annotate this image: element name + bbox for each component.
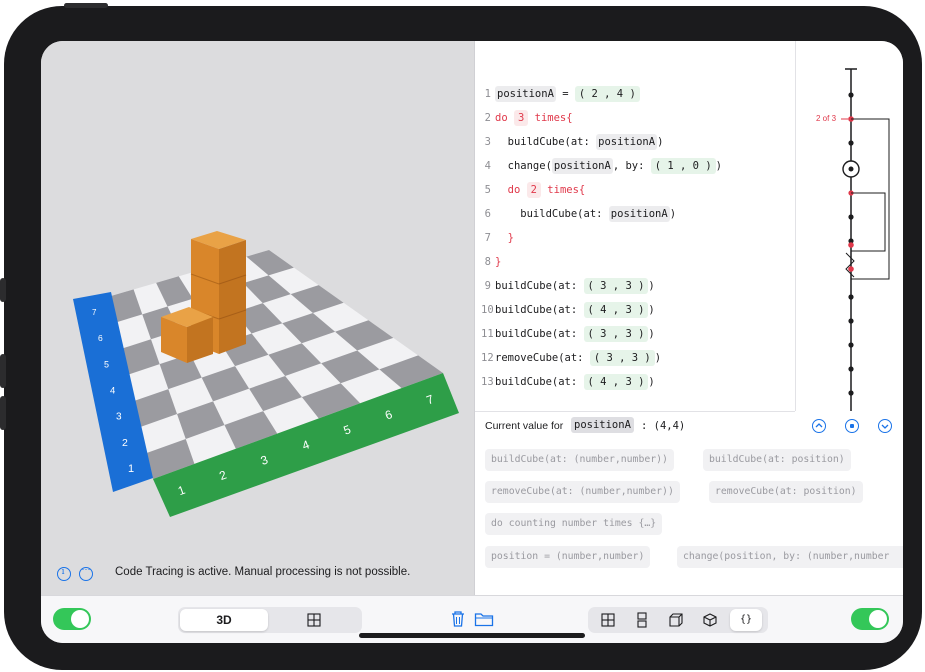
- top-button: [64, 3, 108, 8]
- y-axis-label: 4: [110, 386, 115, 397]
- palette-item[interactable]: do counting number times {…}: [485, 513, 663, 535]
- cube-side: [219, 240, 246, 354]
- y-axis-label: 3: [116, 412, 122, 423]
- code-line[interactable]: 3 buildCube(at: positionA): [481, 131, 663, 153]
- y-axis-label: 6: [98, 333, 103, 343]
- grid-icon: [601, 613, 615, 627]
- screen: 1234567 1234567 i ··· Code Tracing is ac…: [41, 41, 903, 643]
- code-panel: 1 positionA = ( 2 , 4 ) 2 do 3 times{ 3 bu…: [474, 41, 903, 595]
- code-line[interactable]: 9 buildCube(at: ( 3 , 3 )): [481, 275, 655, 297]
- cube-icon: [703, 613, 717, 627]
- palette-item[interactable]: buildCube(at: position): [703, 449, 851, 471]
- cube-outline-icon: [669, 613, 683, 627]
- grid-layout-option[interactable]: [594, 609, 622, 631]
- code-line[interactable]: 5 do 2 times{: [481, 179, 585, 201]
- view-mode-segmented: 3D: [178, 607, 362, 633]
- palette-item[interactable]: removeCube(at: position): [709, 481, 863, 503]
- code-line[interactable]: 4 change(positionA, by: ( 1 , 0 )): [481, 155, 722, 177]
- stop-icon[interactable]: [845, 419, 859, 433]
- cube-outline-option[interactable]: [662, 609, 690, 631]
- left-toggle[interactable]: [53, 608, 91, 630]
- volume-button: [0, 396, 6, 430]
- y-axis-label: 7: [92, 308, 97, 317]
- status-text: Code Tracing is active. Manual processin…: [115, 566, 411, 578]
- split-icon: [637, 612, 647, 628]
- palette-item[interactable]: buildCube(at: (number,number)): [485, 449, 674, 471]
- code-line[interactable]: 1 positionA = ( 2 , 4 ): [481, 83, 640, 105]
- home-indicator: [359, 633, 585, 638]
- command-palette: buildCube(at: (number,number)) buildCube…: [485, 449, 903, 595]
- code-line[interactable]: 13buildCube(at: ( 4 , 3 )): [481, 371, 655, 393]
- current-value-bar: Current value for positionA : (4,4): [475, 412, 903, 440]
- current-value-variable: positionA: [571, 417, 634, 433]
- grid-view-option[interactable]: [270, 609, 358, 631]
- grid-icon: [307, 613, 321, 627]
- current-value-prefix: Current value for: [485, 420, 564, 432]
- trace-timeline[interactable]: 2 of 3: [795, 41, 903, 411]
- code-editor[interactable]: 1 positionA = ( 2 , 4 ) 2 do 3 times{ 3 bu…: [475, 41, 795, 412]
- code-line[interactable]: 8}: [481, 251, 502, 273]
- y-axis-label: 5: [104, 359, 109, 369]
- iteration-label: 2 of 3: [816, 114, 837, 123]
- chevron-up-icon[interactable]: [812, 419, 826, 433]
- layout-segmented: {}: [588, 607, 768, 633]
- chevron-down-icon[interactable]: [878, 419, 892, 433]
- scene-3d[interactable]: 1234567 1234567 i ··· Code Tracing is ac…: [41, 41, 474, 595]
- split-layout-option[interactable]: [628, 609, 656, 631]
- palette-item[interactable]: change(position, by: (number,number: [677, 546, 903, 568]
- right-toggle[interactable]: [851, 608, 889, 630]
- y-axis-label: 2: [122, 437, 128, 449]
- code-option[interactable]: {}: [730, 609, 762, 631]
- palette-item[interactable]: position = (number,number): [485, 546, 651, 568]
- code-line[interactable]: 12removeCube(at: ( 3 , 3 )): [481, 347, 661, 369]
- y-axis-label: 1: [128, 463, 134, 475]
- board-3d[interactable]: 1234567 1234567: [41, 41, 474, 595]
- code-line[interactable]: 6 buildCube(at: positionA): [481, 203, 676, 225]
- cube-option[interactable]: [696, 609, 724, 631]
- code-line[interactable]: 11buildCube(at: ( 3 , 3 )): [481, 323, 655, 345]
- palette-item[interactable]: removeCube(at: (number,number)): [485, 481, 680, 503]
- trash-icon[interactable]: [450, 610, 466, 633]
- side-button: [0, 278, 6, 302]
- folder-icon[interactable]: [474, 611, 494, 632]
- volume-button: [0, 354, 6, 388]
- code-line[interactable]: 2 do 3 times{: [481, 107, 573, 129]
- code-line[interactable]: 10buildCube(at: ( 4 , 3 )): [481, 299, 655, 321]
- info-icon[interactable]: i: [57, 567, 71, 581]
- view-3d-option[interactable]: 3D: [180, 609, 268, 631]
- ellipsis-icon[interactable]: ···: [79, 564, 93, 581]
- code-line[interactable]: 7 }: [481, 227, 514, 249]
- current-value: : (4,4): [641, 420, 686, 432]
